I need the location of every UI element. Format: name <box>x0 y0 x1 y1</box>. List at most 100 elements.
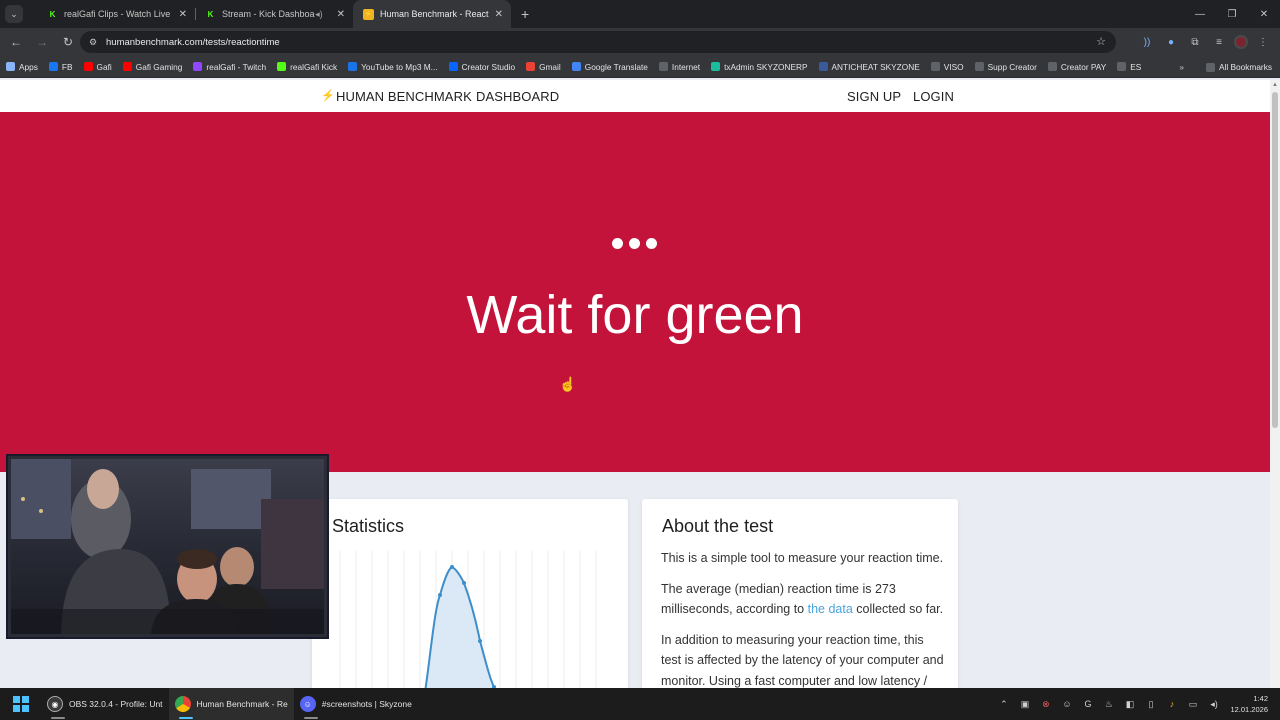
tray-app-icon[interactable]: G <box>1077 699 1098 709</box>
extension-icon[interactable]: ● <box>1162 33 1180 51</box>
bookmark-label: ANTICHEAT SKYZONE <box>831 61 920 72</box>
bolt-icon: ⚡ <box>321 90 335 102</box>
site-info-icon[interactable]: ⚙ <box>86 35 100 49</box>
running-indicator <box>178 717 193 719</box>
minimize-icon[interactable]: — <box>1184 0 1216 28</box>
scroll-thumb[interactable] <box>1272 92 1278 428</box>
tray-app-icon[interactable]: ◧ <box>1119 699 1140 710</box>
login-link[interactable]: LOGIN <box>913 89 954 104</box>
bookmark-item[interactable]: Gafi Gaming <box>122 62 182 72</box>
clock-time: 1:42 <box>1253 694 1268 703</box>
tray-record-icon[interactable]: ⊗ <box>1035 699 1056 710</box>
windows-start-icon[interactable] <box>13 696 29 712</box>
url-text[interactable]: humanbenchmark.com/tests/reactiontime <box>106 37 280 48</box>
media-icon[interactable]: ≡ <box>1210 33 1228 51</box>
back-icon[interactable]: ← <box>4 30 28 54</box>
audio-icon[interactable]: ◂) <box>315 9 323 20</box>
bookmark-label: Creator Studio <box>461 61 516 72</box>
taskbar-app-chrome[interactable]: Human Benchmark - Re <box>168 688 294 720</box>
bookmark-favicon-icon <box>930 62 940 71</box>
about-paragraph-3: In addition to measuring your reaction t… <box>661 632 944 688</box>
ellipsis-icon <box>612 238 657 249</box>
system-tray: ⌃ ▣ ⊗ ☺ G ♨ ◧ ▯ ♪ ▭ ◂) 1:42 12.01.2026 <box>993 688 1280 720</box>
bookmark-item[interactable]: ES <box>1117 62 1141 72</box>
tab-close-icon[interactable]: ✕ <box>179 9 187 20</box>
scroll-up-icon[interactable]: ▲ <box>1272 82 1278 88</box>
taskbar-app-label: Human Benchmark - Re <box>196 699 288 709</box>
bookmark-favicon-icon <box>83 62 93 71</box>
cast-icon[interactable]: )) <box>1138 33 1156 51</box>
bookmark-favicon-icon <box>1047 62 1057 71</box>
brand-link[interactable]: HUMAN BENCHMARK <box>336 89 472 104</box>
new-tab-icon[interactable]: + <box>521 6 529 22</box>
bookmark-favicon-icon <box>122 62 132 71</box>
tab-search-icon[interactable]: ⌄ <box>5 5 23 23</box>
bookmark-item[interactable]: Apps <box>6 62 38 72</box>
signup-link[interactable]: SIGN UP <box>847 89 901 104</box>
bookmark-item[interactable]: FB <box>48 62 73 72</box>
bookmark-item[interactable]: Gafi <box>83 62 112 72</box>
statistics-card: Statistics <box>312 499 628 688</box>
browser-tab-2[interactable]: K Stream - Kick Dashboard ◂) ✕ <box>195 0 353 28</box>
address-bar[interactable]: ⚙ humanbenchmark.com/tests/reactiontime … <box>80 31 1116 53</box>
browser-tab-1[interactable]: K realGafi Clips - Watch Live on K ✕ <box>37 0 195 28</box>
tab-title: Stream - Kick Dashboard <box>222 9 316 19</box>
bookmark-item[interactable]: ANTICHEAT SKYZONE <box>818 61 920 72</box>
dashboard-link[interactable]: DASHBOARD <box>476 89 559 104</box>
taskbar-app-label: OBS 32.0.4 - Profile: Unt <box>69 699 163 709</box>
browser-tab-3[interactable]: ⚡ Human Benchmark - Reaction T ✕ <box>353 0 511 28</box>
bookmark-label: Gmail <box>539 61 561 72</box>
all-bookmarks[interactable]: » All Bookmarks <box>1179 56 1272 78</box>
menu-icon[interactable]: ⋮ <box>1254 33 1272 51</box>
microphone-icon[interactable]: ♪ <box>1161 699 1182 709</box>
bookmark-item[interactable]: Creator Studio <box>448 61 516 72</box>
bookmark-favicon-icon <box>193 62 203 71</box>
bookmark-label: Supp Creator <box>987 61 1037 72</box>
volume-icon[interactable]: ◂) <box>1203 699 1224 710</box>
puzzle-icon[interactable]: ⧉ <box>1186 33 1204 51</box>
bookmark-favicon-icon <box>1117 62 1127 71</box>
bookmark-item[interactable]: Internet <box>658 62 700 72</box>
running-indicator <box>303 717 318 719</box>
tray-app-icon[interactable]: ▣ <box>1014 699 1035 710</box>
steam-icon[interactable]: ♨ <box>1098 699 1119 710</box>
discord-tray-icon[interactable]: ☺ <box>1056 699 1077 709</box>
bookmark-item[interactable]: Gmail <box>526 62 561 72</box>
the-data-link[interactable]: the data <box>808 602 853 616</box>
profile-avatar[interactable] <box>1234 35 1248 49</box>
bookmark-star-icon[interactable]: ☆ <box>1096 35 1106 48</box>
bookmark-item[interactable]: realGafi - Twitch <box>193 62 266 72</box>
bookmark-item[interactable]: Supp Creator <box>974 61 1037 72</box>
bookmark-label: Creator PAY <box>1060 61 1107 72</box>
bookmark-item[interactable]: txAdmin SKYZONERP <box>711 62 808 72</box>
reload-icon[interactable]: ↻ <box>56 30 80 54</box>
browser-tabstrip: ⌄ K realGafi Clips - Watch Live on K ✕ K… <box>0 0 1280 28</box>
bookmark-favicon-icon <box>974 62 984 71</box>
bookmark-label: realGafi Kick <box>290 61 338 72</box>
chrome-icon <box>174 696 191 712</box>
page-scrollbar[interactable]: ▲ <box>1270 80 1280 688</box>
battery-icon[interactable]: ▯ <box>1140 699 1161 710</box>
bookmark-item[interactable]: realGafi Kick <box>277 62 337 72</box>
network-icon[interactable]: ▭ <box>1182 699 1203 710</box>
bookmark-item[interactable]: YouTube to Mp3 M... <box>348 62 438 72</box>
tab-close-icon[interactable]: ✕ <box>495 9 503 20</box>
bookmark-item[interactable]: Google Translate <box>571 61 648 72</box>
taskbar-app-obs[interactable]: ◉ OBS 32.0.4 - Profile: Unt <box>41 688 169 720</box>
taskbar-app-discord[interactable]: ☺ #screenshots | Skyzone <box>294 688 418 720</box>
chevron-right-icon[interactable]: » <box>1179 62 1184 72</box>
bookmark-label: Apps <box>19 61 38 72</box>
bookmark-label: ES <box>1130 61 1142 72</box>
reaction-test-area[interactable]: Wait for green ☝ <box>0 112 1270 472</box>
bookmark-label: Google Translate <box>584 61 648 72</box>
chevron-up-icon[interactable]: ⌃ <box>993 699 1014 710</box>
clock[interactable]: 1:42 12.01.2026 <box>1230 693 1268 715</box>
windows-taskbar: ◉ OBS 32.0.4 - Profile: Unt Human Benchm… <box>0 688 1280 720</box>
tab-close-icon[interactable]: ✕ <box>337 9 345 20</box>
bookmark-item[interactable]: VISO <box>930 62 964 72</box>
close-window-icon[interactable]: ✕ <box>1248 0 1280 28</box>
restore-icon[interactable]: ❐ <box>1216 0 1248 28</box>
about-paragraph-2: The average (median) reaction time is 27… <box>661 579 946 620</box>
bookmark-item[interactable]: Creator PAY <box>1047 61 1107 72</box>
forward-icon[interactable]: → <box>30 30 54 54</box>
